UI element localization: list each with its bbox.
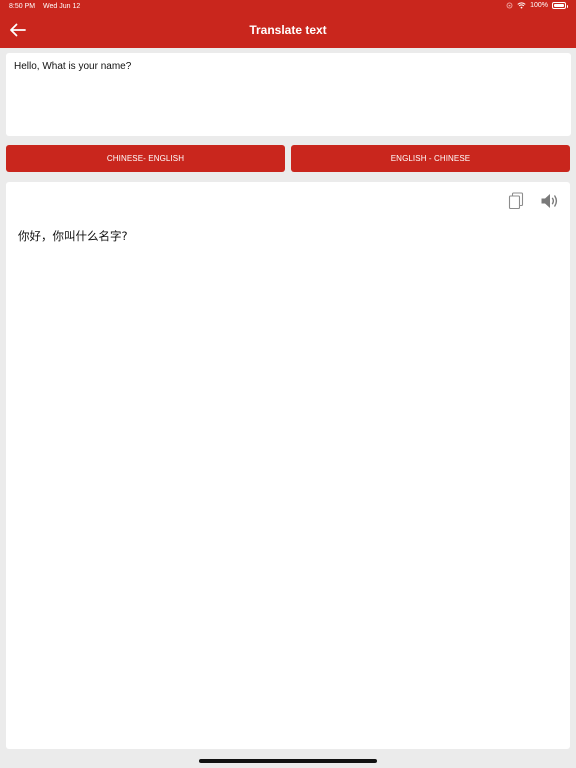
home-indicator[interactable]	[199, 759, 377, 763]
battery-icon	[552, 2, 568, 9]
battery-percent: 100%	[530, 2, 548, 9]
copy-icon	[508, 192, 524, 210]
source-text-input[interactable]: Hello, What is your name?	[6, 53, 571, 136]
chinese-english-button[interactable]: CHINESE- ENGLISH	[6, 145, 285, 172]
status-bar: 8:50 PM Wed Jun 12 100%	[0, 0, 576, 14]
app-header: 8:50 PM Wed Jun 12 100% Translate text	[0, 0, 576, 48]
speaker-icon	[541, 194, 558, 208]
english-chinese-button[interactable]: ENGLISH - CHINESE	[291, 145, 570, 172]
status-date: Wed Jun 12	[43, 3, 81, 10]
orientation-lock-icon	[506, 2, 513, 9]
chinese-english-label: CHINESE- ENGLISH	[106, 154, 185, 163]
source-text-value[interactable]: Hello, What is your name?	[14, 61, 131, 72]
battery-fill	[554, 4, 564, 7]
page-title: Translate text	[249, 23, 327, 37]
copy-button[interactable]	[508, 192, 524, 210]
status-indicators: 100%	[506, 2, 568, 9]
status-time: 8:50 PM	[9, 3, 36, 10]
wifi-icon	[517, 2, 526, 9]
speaker-button[interactable]	[540, 192, 560, 210]
english-chinese-label: ENGLISH - CHINESE	[390, 154, 471, 163]
translation-output: 你好，你叫什么名字?	[6, 182, 570, 749]
translated-text: 你好，你叫什么名字?	[18, 229, 128, 243]
